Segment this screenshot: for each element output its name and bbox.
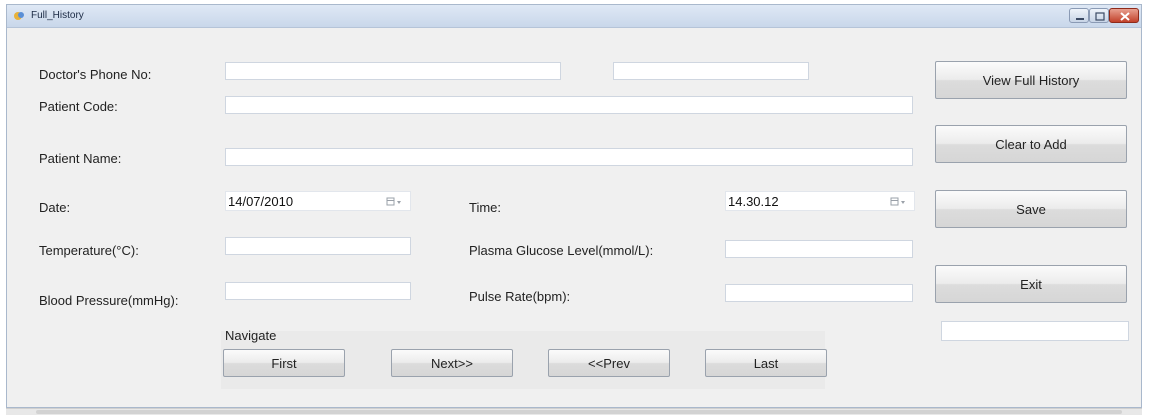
close-button[interactable] — [1109, 8, 1139, 23]
full-history-window: Full_History Doctor's Phone No: Patient … — [6, 4, 1142, 408]
last-button[interactable]: Last — [705, 349, 827, 377]
maximize-icon — [1095, 12, 1105, 21]
save-button[interactable]: Save — [935, 190, 1127, 228]
scrollbar-thumb[interactable] — [36, 410, 1122, 414]
time-dropdown-icon[interactable] — [890, 197, 906, 207]
exit-button[interactable]: Exit — [935, 265, 1127, 303]
app-icon — [14, 12, 24, 20]
blood-pressure-label: Blood Pressure(mmHg): — [39, 293, 179, 308]
status-field[interactable] — [941, 321, 1129, 341]
prev-button[interactable]: <<Prev — [548, 349, 670, 377]
date-picker[interactable]: 14/07/2010 — [225, 191, 411, 211]
date-value: 14/07/2010 — [228, 194, 294, 209]
horizontal-scrollbar[interactable] — [6, 408, 1142, 415]
view-full-history-button[interactable]: View Full History — [935, 61, 1127, 99]
patient-code-input[interactable] — [225, 96, 913, 114]
title-bar: Full_History — [7, 5, 1141, 28]
plasma-glucose-input[interactable] — [725, 240, 913, 258]
doctor-phone-extra-input[interactable] — [613, 62, 809, 80]
temperature-label: Temperature(°C): — [39, 243, 139, 258]
time-label: Time: — [469, 200, 502, 215]
doctor-phone-label: Doctor's Phone No: — [39, 67, 152, 82]
patient-name-input[interactable] — [225, 148, 913, 166]
plasma-glucose-label: Plasma Glucose Level(mmol/L): — [469, 243, 654, 258]
next-button[interactable]: Next>> — [391, 349, 513, 377]
pulse-rate-input[interactable] — [725, 284, 913, 302]
first-button[interactable]: First — [223, 349, 345, 377]
temperature-input[interactable] — [225, 237, 411, 255]
window-title: Full_History — [31, 10, 84, 21]
patient-name-label: Patient Name: — [39, 151, 122, 166]
time-value: 14.30.12 — [728, 194, 779, 209]
maximize-button[interactable] — [1089, 8, 1109, 23]
minimize-icon — [1076, 18, 1084, 20]
close-icon — [1120, 12, 1130, 21]
pulse-rate-label: Pulse Rate(bpm): — [469, 289, 571, 304]
date-label: Date: — [39, 200, 71, 215]
blood-pressure-input[interactable] — [225, 282, 411, 300]
calendar-dropdown-icon[interactable] — [386, 197, 402, 207]
doctor-phone-input[interactable] — [225, 62, 561, 80]
navigate-label: Navigate — [225, 328, 277, 343]
clear-to-add-button[interactable]: Clear to Add — [935, 125, 1127, 163]
minimize-button[interactable] — [1069, 8, 1089, 23]
patient-code-label: Patient Code: — [39, 99, 118, 114]
time-picker[interactable]: 14.30.12 — [725, 191, 915, 211]
